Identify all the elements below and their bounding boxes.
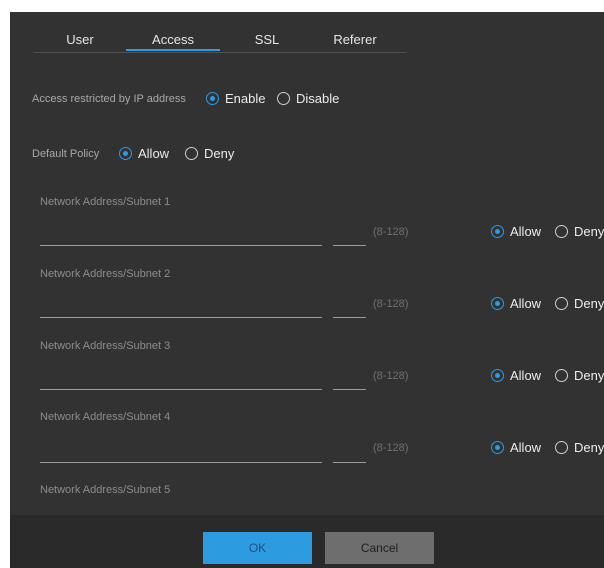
- subnet-4-deny-radio[interactable]: Deny: [555, 440, 604, 455]
- radio-unchecked-icon: [555, 441, 568, 454]
- tab-bar: User Access SSL Referer: [10, 12, 604, 56]
- subnet-4-range-hint: (8-128): [373, 442, 409, 454]
- subnet-1-range-hint: (8-128): [373, 226, 409, 238]
- settings-panel: User Access SSL Referer Access restricte…: [10, 12, 604, 568]
- subnet-4-label: Network Address/Subnet 4: [40, 411, 171, 423]
- subnet-2-allow-radio[interactable]: Allow: [491, 296, 541, 311]
- subnet-1-deny-label: Deny: [574, 224, 604, 239]
- subnet-2-deny-radio[interactable]: Deny: [555, 296, 604, 311]
- radio-checked-icon: [491, 225, 504, 238]
- default-policy-label: Default Policy: [32, 148, 100, 160]
- subnet-4-prefix-input[interactable]: [333, 444, 366, 463]
- radio-unchecked-icon: [555, 369, 568, 382]
- subnet-4-allow-label: Allow: [510, 440, 542, 455]
- radio-checked-icon: [491, 369, 504, 382]
- subnet-2-prefix-input[interactable]: [333, 299, 366, 318]
- ip-restriction-disable-radio[interactable]: Disable: [277, 91, 339, 106]
- default-policy-deny-radio[interactable]: Deny: [185, 146, 234, 161]
- subnet-2-range-hint: (8-128): [373, 298, 409, 310]
- cancel-button[interactable]: Cancel: [325, 532, 434, 564]
- radio-checked-icon: [491, 297, 504, 310]
- subnet-3-prefix-input[interactable]: [333, 371, 366, 390]
- ip-restriction-disable-label: Disable: [296, 91, 340, 106]
- subnet-3-allow-radio[interactable]: Allow: [491, 368, 541, 383]
- subnet-2-allow-label: Allow: [510, 296, 542, 311]
- radio-unchecked-icon: [185, 147, 198, 160]
- subnet-1-label: Network Address/Subnet 1: [40, 196, 171, 208]
- subnet-3-deny-radio[interactable]: Deny: [555, 368, 604, 383]
- subnet-4-address-input[interactable]: [40, 444, 322, 463]
- subnet-2-deny-label: Deny: [574, 296, 604, 311]
- radio-checked-icon: [206, 92, 219, 105]
- subnet-1-allow-radio[interactable]: Allow: [491, 224, 541, 239]
- scroll-fade: [10, 502, 604, 515]
- subnet-3-deny-label: Deny: [574, 368, 604, 383]
- ip-restriction-label: Access restricted by IP address: [32, 93, 186, 105]
- ip-restriction-enable-label: Enable: [225, 91, 266, 106]
- radio-checked-icon: [491, 441, 504, 454]
- active-tab-indicator: [126, 49, 220, 51]
- ip-restriction-enable-radio[interactable]: Enable: [206, 91, 265, 106]
- radio-unchecked-icon: [555, 297, 568, 310]
- radio-checked-icon: [119, 147, 132, 160]
- dialog-footer: OK Cancel: [10, 515, 604, 568]
- subnet-5-label: Network Address/Subnet 5: [40, 484, 171, 496]
- subnet-3-allow-label: Allow: [510, 368, 542, 383]
- subnet-3-label: Network Address/Subnet 3: [40, 340, 171, 352]
- subnet-1-prefix-input[interactable]: [333, 227, 366, 246]
- default-policy-allow-label: Allow: [138, 146, 170, 161]
- subnet-1-deny-radio[interactable]: Deny: [555, 224, 604, 239]
- default-policy-deny-label: Deny: [204, 146, 235, 161]
- subnet-2-label: Network Address/Subnet 2: [40, 268, 171, 280]
- ok-button[interactable]: OK: [203, 532, 312, 564]
- subnet-3-range-hint: (8-128): [373, 370, 409, 382]
- subnet-3-address-input[interactable]: [40, 371, 322, 390]
- tab-bar-divider: [34, 52, 406, 53]
- radio-unchecked-icon: [555, 225, 568, 238]
- radio-unchecked-icon: [277, 92, 290, 105]
- subnet-4-deny-label: Deny: [574, 440, 604, 455]
- subnet-4-allow-radio[interactable]: Allow: [491, 440, 541, 455]
- subnet-1-address-input[interactable]: [40, 227, 322, 246]
- subnet-2-address-input[interactable]: [40, 299, 322, 318]
- subnet-1-allow-label: Allow: [510, 224, 542, 239]
- default-policy-allow-radio[interactable]: Allow: [119, 146, 169, 161]
